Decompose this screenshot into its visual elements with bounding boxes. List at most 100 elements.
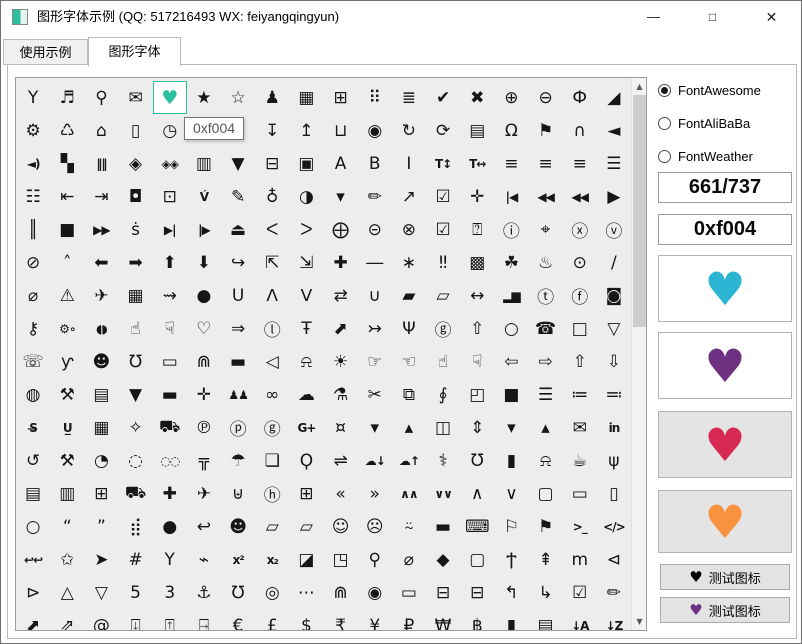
radio-unselected-icon[interactable] xyxy=(658,150,671,163)
grid-icon-align-left[interactable]: ≡ xyxy=(494,147,528,180)
grid-icon-fast-forward[interactable]: ▶| xyxy=(153,213,187,246)
grid-icon-gbp[interactable]: £ xyxy=(255,609,289,631)
grid-icon-hospital-o[interactable]: ⊞ xyxy=(84,477,118,510)
grid-icon-minus[interactable]: ― xyxy=(358,246,392,279)
grid-icon-github-alt[interactable]: ☻ xyxy=(221,510,255,543)
grid-icon-flag-o[interactable]: ⚐ xyxy=(494,510,528,543)
grid-icon-wrench[interactable]: ⚒ xyxy=(50,378,84,411)
grid-icon-facebook-square[interactable]: ⓕ xyxy=(563,279,597,312)
grid-icon-arrow-circle-o-down[interactable]: ↧ xyxy=(255,114,289,147)
grid-icon-angle-up[interactable]: ∧ xyxy=(460,477,494,510)
grid-icon-check-square[interactable]: ☑ xyxy=(563,576,597,609)
grid-icon-subscript[interactable]: x₂ xyxy=(255,543,289,576)
grid-icon-linkedin-square[interactable]: ⓛ xyxy=(255,312,289,345)
grid-icon-sort-alpha-desc[interactable]: ↓Z xyxy=(597,609,631,631)
grid-icon-italic[interactable]: I xyxy=(392,147,426,180)
grid-icon-coffee[interactable]: ☕ xyxy=(563,444,597,477)
test-icon-button-1[interactable]: ♥测试图标 xyxy=(660,564,790,590)
grid-icon-camera[interactable]: ▣ xyxy=(289,147,323,180)
grid-icon-chevron-right[interactable]: ᐳ xyxy=(289,213,323,246)
grid-icon-meh-o[interactable]: ⍨ xyxy=(392,510,426,543)
grid-icon-share-square[interactable]: ⇗ xyxy=(50,609,84,631)
grid-icon-pinterest[interactable]: ℗ xyxy=(187,411,221,444)
grid-icon-thumbs-o-down[interactable]: ☟ xyxy=(153,312,187,345)
grid-icon-clipboard[interactable]: ❏ xyxy=(255,444,289,477)
grid-icon-arrow-circle-up[interactable]: ⇧ xyxy=(563,345,597,378)
grid-icon-folder[interactable]: ▰ xyxy=(392,279,426,312)
close-button[interactable]: ✕ xyxy=(742,1,801,33)
grid-icon-align-center[interactable]: ≡ xyxy=(529,147,563,180)
grid-icon-mail-forward[interactable]: ↪ xyxy=(221,246,255,279)
grid-icon-font[interactable]: A xyxy=(324,147,358,180)
grid-icon-google-plus[interactable]: G+ xyxy=(289,411,323,444)
grid-icon-credit-card[interactable]: ▭ xyxy=(153,345,187,378)
grid-icon-trash-o[interactable]: ♺ xyxy=(50,114,84,147)
grid-icon-exclamation-circle[interactable]: ‼ xyxy=(426,246,460,279)
grid-icon-exclamation-triangle[interactable]: ⚠ xyxy=(50,279,84,312)
icon-code-box[interactable]: 0xf004 xyxy=(658,214,792,245)
grid-icon-qrcode[interactable]: ▚ xyxy=(50,147,84,180)
maximize-button[interactable]: □ xyxy=(683,1,742,33)
grid-icon-check-circle[interactable]: ☑ xyxy=(426,213,460,246)
grid-icon-tags[interactable]: ◈◈ xyxy=(153,147,187,180)
grid-icon-tachometer[interactable]: ◔ xyxy=(84,444,118,477)
grid-icon-trophy[interactable]: Ψ xyxy=(392,312,426,345)
grid-icon-glyph-f03f[interactable]: V́ xyxy=(187,180,221,213)
grid-icon-caret-down[interactable]: ▾ xyxy=(358,411,392,444)
grid-icon-step-forward[interactable]: |▶ xyxy=(187,213,221,246)
grid-icon-terminal[interactable]: >_ xyxy=(563,510,597,543)
grid-icon-btc[interactable]: ฿ xyxy=(460,609,494,631)
grid-icon-paperclip[interactable]: ∮ xyxy=(426,378,460,411)
grid-icon-star-o[interactable]: ☆ xyxy=(221,81,255,114)
grid-icon-share-square-o[interactable]: ↗ xyxy=(392,180,426,213)
grid-icon-anchor[interactable]: ⚓ xyxy=(187,576,221,609)
grid-icon-glyph-f06f[interactable]: / xyxy=(597,246,631,279)
grid-icon-flag[interactable]: ⚑ xyxy=(529,114,563,147)
grid-icon-inr[interactable]: ₹ xyxy=(324,609,358,631)
grid-icon-arrow-right[interactable]: ➡ xyxy=(119,246,153,279)
grid-icon-check-square-o[interactable]: ☑ xyxy=(426,180,460,213)
grid-icon-check[interactable]: ✔ xyxy=(426,81,460,114)
grid-icon-angle-down[interactable]: ∨ xyxy=(494,477,528,510)
grid-icon-pencil-square-o[interactable]: ✏ xyxy=(358,180,392,213)
grid-icon-microphone[interactable]: ⚲ xyxy=(358,543,392,576)
grid-icon-star[interactable]: ★ xyxy=(187,81,221,114)
grid-icon-thumb-tack[interactable]: Ŧ xyxy=(289,312,323,345)
grid-icon-underline[interactable]: U̲ xyxy=(50,411,84,444)
grid-icon-lock[interactable]: Ω xyxy=(494,114,528,147)
grid-icon-table[interactable]: ▦ xyxy=(84,411,118,444)
grid-icon-exchange[interactable]: ⇌ xyxy=(324,444,358,477)
grid-icon-print[interactable]: ⊟ xyxy=(255,147,289,180)
grid-icon-arrow-up[interactable]: ⬆ xyxy=(153,246,187,279)
grid-icon-chevron-circle-up[interactable]: △ xyxy=(50,576,84,609)
grid-icon-plus-square[interactable]: ⊞ xyxy=(289,477,323,510)
grid-icon-ellipsis-h[interactable]: ⋯ xyxy=(289,576,323,609)
grid-icon-search-minus[interactable]: ⊖ xyxy=(529,81,563,114)
grid-icon-minus-square-o[interactable]: ⊟ xyxy=(460,576,494,609)
grid-icon-users[interactable]: ♟♟ xyxy=(221,378,255,411)
grid-icon-play[interactable]: ▶ xyxy=(597,180,631,213)
grid-icon-glass[interactable]: Y xyxy=(16,81,50,114)
grid-icon-asterisk[interactable]: ∗ xyxy=(392,246,426,279)
grid-icon-arrows[interactable]: ✛ xyxy=(460,180,494,213)
grid-icon-lightbulb-o[interactable]: Ϙ xyxy=(289,444,323,477)
grid-icon-star-half-o[interactable]: ✩ xyxy=(50,543,84,576)
grid-icon-h-square[interactable]: ⓗ xyxy=(255,477,289,510)
vertical-scrollbar[interactable]: ▲ ▼ xyxy=(631,78,646,630)
grid-icon-money[interactable]: ¤ xyxy=(324,411,358,444)
grid-icon-square[interactable]: ■ xyxy=(494,378,528,411)
grid-icon-search[interactable]: ⚲ xyxy=(84,81,118,114)
grid-icon-tablet[interactable]: ▯ xyxy=(597,477,631,510)
grid-icon-heart-o[interactable]: ♡ xyxy=(187,312,221,345)
grid-icon-glyph-f05f[interactable]: ˄ xyxy=(50,246,84,279)
grid-icon-question-circle[interactable]: ⍰ xyxy=(460,213,494,246)
grid-icon-inbox[interactable]: ⊔ xyxy=(324,114,358,147)
grid-icon-level-up[interactable]: ↰ xyxy=(494,576,528,609)
grid-icon-arrow-left[interactable]: ⬅ xyxy=(84,246,118,279)
grid-icon-outdent[interactable]: ⇤ xyxy=(50,180,84,213)
grid-icon-pencil[interactable]: ✎ xyxy=(221,180,255,213)
grid-icon-github[interactable]: ☻ xyxy=(84,345,118,378)
grid-icon-suitcase[interactable]: ▮ xyxy=(494,444,528,477)
grid-icon-scissors[interactable]: ✂ xyxy=(358,378,392,411)
grid-icon-eject[interactable]: ⏏ xyxy=(221,213,255,246)
